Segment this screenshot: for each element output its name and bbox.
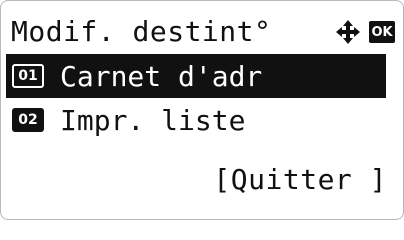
item-number-badge: 01 <box>12 64 44 88</box>
four-way-arrow-icon <box>336 20 360 44</box>
quit-softkey[interactable]: [Quitter ] <box>213 163 387 196</box>
screen-title: Modif. destint° <box>11 14 272 48</box>
menu-item-address-book[interactable]: 01 Carnet d'adr <box>6 54 386 98</box>
ok-button-icon[interactable]: OK <box>369 21 395 43</box>
title-bar: Modif. destint° OK <box>11 9 395 53</box>
menu-item-print-list[interactable]: 02 Impr. liste <box>6 98 386 142</box>
menu-item-label: Impr. liste <box>60 103 246 137</box>
menu-item-label: Carnet d'adr <box>60 59 263 93</box>
lcd-screen: Modif. destint° OK 01 Carnet d'adr 02 Im… <box>0 0 404 220</box>
item-number-badge: 02 <box>12 108 44 132</box>
